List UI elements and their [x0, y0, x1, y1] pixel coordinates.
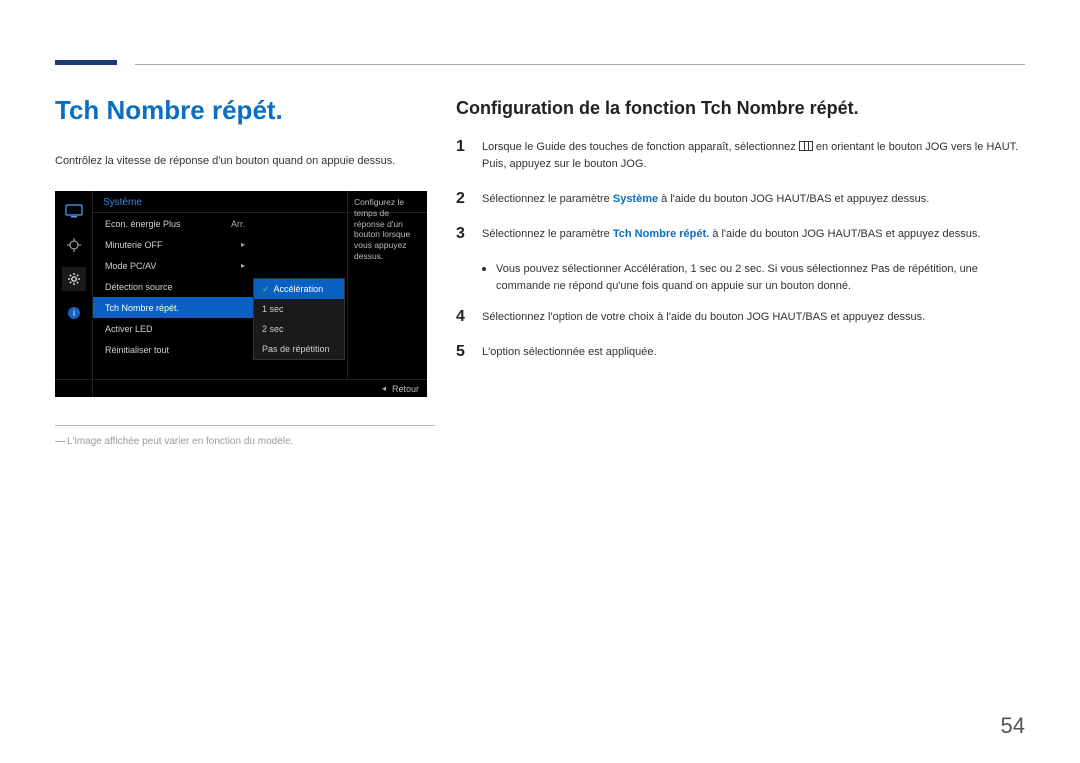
osd-submenu-label: 2 sec [262, 324, 284, 334]
osd-menu-item-selected: Tch Nombre répét. [93, 297, 253, 318]
step: 1 Lorsque le Guide des touches de foncti… [456, 139, 1026, 173]
step-text: à l'aide du bouton JOG HAUT/BAS et appuy… [658, 193, 929, 205]
step-number: 4 [456, 309, 470, 326]
osd-submenu-item: 1 sec [254, 299, 344, 319]
osd-footer-back: Retour [392, 384, 419, 394]
footnote: ―L'image affichée peut varier en fonctio… [55, 436, 435, 447]
step-text: Vous pouvez sélectionner [496, 263, 624, 275]
osd-menu-label: Econ. énergie Plus [105, 219, 181, 229]
step-text: à l'aide du bouton JOG HAUT/BAS et appuy… [709, 228, 980, 240]
step-text: . Si vous sélectionnez [761, 263, 870, 275]
osd-menu-label: Détection source [105, 282, 173, 292]
step: 3 Sélectionnez le paramètre Tch Nombre r… [456, 226, 1026, 243]
intro-text: Contrôlez la vitesse de réponse d'un bou… [55, 154, 435, 169]
osd-menu-item: Minuterie OFF ▸ [93, 234, 253, 255]
left-column: Tch Nombre répét. Contrôlez la vitesse d… [55, 95, 435, 447]
osd-submenu-item: Pas de répétition [254, 339, 344, 359]
chevron-right-icon: ▸ [241, 261, 245, 270]
step-text: Sélectionnez le paramètre [482, 193, 613, 205]
page-title: Tch Nombre répét. [55, 95, 435, 126]
step: 5 L'option sélectionnée est appliquée. [456, 344, 1026, 361]
footnote-rule [55, 425, 435, 426]
info-icon: i [62, 301, 86, 325]
step-body: L'option sélectionnée est appliquée. [482, 344, 1026, 361]
steps-list: 1 Lorsque le Guide des touches de foncti… [456, 139, 1026, 361]
osd-menu-value: Arr. [231, 219, 245, 229]
step-number: 2 [456, 191, 470, 208]
menu-icon [799, 141, 813, 151]
osd-menu-item: Mode PC/AV ▸ [93, 255, 253, 276]
monitor-icon [62, 199, 86, 223]
chevron-right-icon: ▸ [241, 240, 245, 249]
gear-icon [62, 267, 86, 291]
section-title: Configuration de la fonction Tch Nombre … [456, 98, 1026, 119]
step: 4 Sélectionnez l'option de votre choix à… [456, 309, 1026, 326]
osd-screenshot: i Système Econ. énergie PlusArr. Minuter… [55, 191, 427, 397]
target-icon [62, 233, 86, 257]
header-rule [135, 64, 1025, 65]
osd-submenu-label: 1 sec [262, 304, 284, 314]
osd-menu-item: Détection source [93, 276, 253, 297]
step-text: ou [717, 263, 735, 275]
osd-menu-item: Réinitialiser tout [93, 339, 253, 360]
highlight-red: 2 sec [735, 263, 761, 275]
footnote-text: L'image affichée peut varier en fonction… [67, 436, 293, 447]
osd-menu-label: Minuterie OFF [105, 240, 163, 250]
osd-menu-label: Réinitialiser tout [105, 345, 169, 355]
step: 2 Sélectionnez le paramètre Système à l'… [456, 191, 1026, 208]
step-text: Lorsque le Guide des touches de fonction… [482, 141, 799, 153]
step-number: 5 [456, 344, 470, 361]
sub-bullet: Vous pouvez sélectionner Accélération, 1… [482, 261, 1026, 295]
step-text: Sélectionnez le paramètre [482, 228, 613, 240]
check-icon: ✓ [262, 284, 270, 295]
osd-menu-item: Activer LED [93, 318, 253, 339]
header-accent [55, 60, 117, 65]
osd-submenu-item-selected: ✓ Accélération [254, 279, 344, 299]
osd-footer: ◂ Retour [55, 379, 427, 397]
osd-content: Système Econ. énergie PlusArr. Minuterie… [93, 191, 427, 379]
osd-menu: Econ. énergie Plus Arr. Minuterie OFF ▸ Mo… [93, 213, 253, 360]
svg-text:i: i [73, 308, 75, 318]
step-body: Sélectionnez l'option de votre choix à l… [482, 309, 1026, 326]
highlight-red: Pas de répétition [871, 263, 954, 275]
highlight-blue: Système [613, 193, 658, 205]
highlight-blue: Tch Nombre répét. [613, 228, 709, 240]
osd-description: Configurez le temps de réponse d'un bout… [347, 191, 427, 379]
osd-submenu-label: Pas de répétition [262, 344, 330, 354]
page-number: 54 [1001, 713, 1025, 739]
osd-menu-label: Activer LED [105, 324, 153, 334]
chevron-left-icon: ◂ [382, 384, 386, 393]
osd-submenu: ✓ Accélération 1 sec 2 sec Pas de répétit… [253, 278, 345, 360]
bullet-icon [482, 267, 486, 271]
osd-menu-label: Mode PC/AV [105, 261, 156, 271]
osd-menu-item: Econ. énergie Plus Arr. [93, 213, 253, 234]
highlight-red: 1 sec [690, 263, 716, 275]
osd-sidebar: i [55, 191, 93, 397]
osd-submenu-item: 2 sec [254, 319, 344, 339]
right-column: Configuration de la fonction Tch Nombre … [456, 98, 1026, 379]
osd-submenu-label: Accélération [274, 284, 324, 294]
step-number: 1 [456, 139, 470, 173]
osd-menu-label: Tch Nombre répét. [105, 303, 179, 313]
highlight-red: Accélération [624, 263, 685, 275]
step-body: Lorsque le Guide des touches de fonction… [482, 139, 1026, 173]
step-body: Sélectionnez le paramètre Tch Nombre rép… [482, 226, 1026, 243]
step-body: Sélectionnez le paramètre Système à l'ai… [482, 191, 1026, 208]
step-number: 3 [456, 226, 470, 243]
bullet-text: Vous pouvez sélectionner Accélération, 1… [496, 261, 1026, 295]
